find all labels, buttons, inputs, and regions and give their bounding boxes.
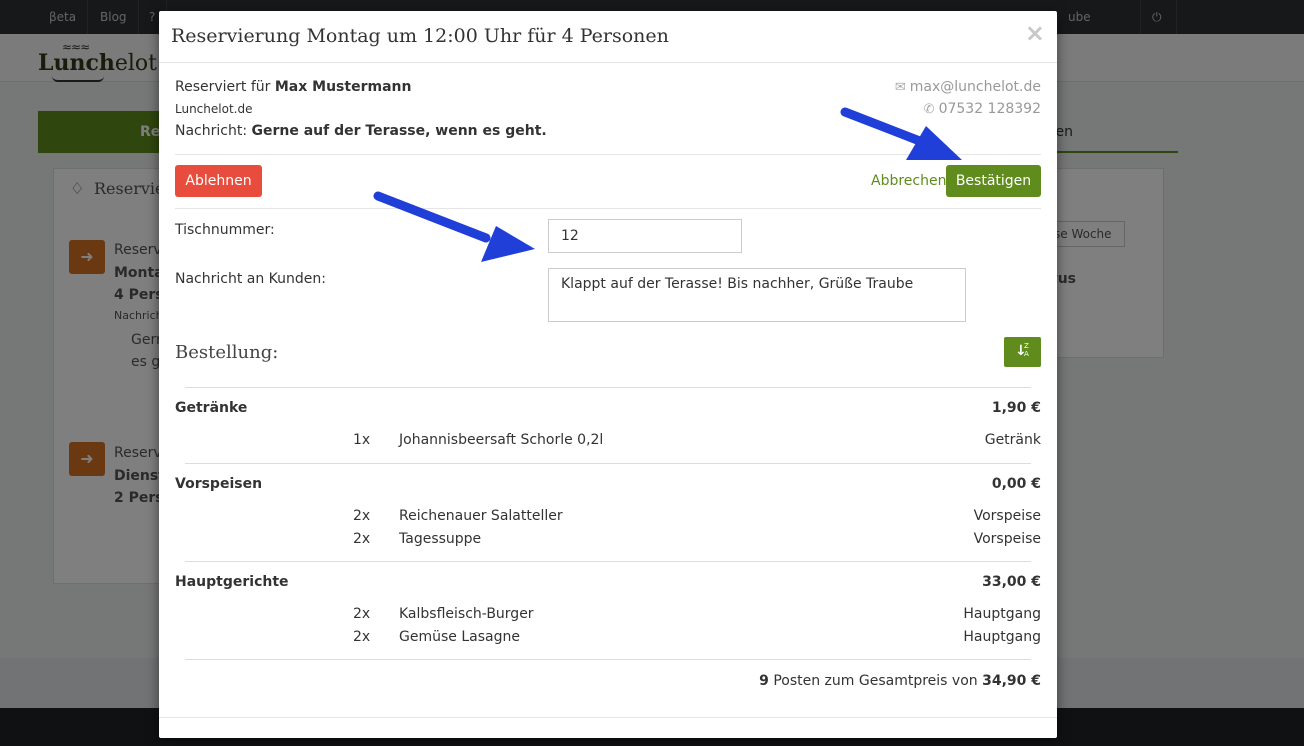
customer-company: Lunchelot.de bbox=[175, 102, 253, 116]
divider bbox=[185, 387, 1031, 388]
category-total: 33,00 € bbox=[982, 574, 1041, 590]
item-name: Gemüse Lasagne bbox=[399, 629, 520, 645]
divider bbox=[175, 154, 1041, 155]
customer-message-label: Nachricht an Kunden: bbox=[175, 271, 326, 287]
divider bbox=[185, 463, 1031, 464]
category-total: 1,90 € bbox=[991, 400, 1041, 416]
item-qty: 1x bbox=[353, 432, 371, 448]
reject-button[interactable]: Ablehnen bbox=[175, 165, 262, 197]
item-name: Reichenauer Salatteller bbox=[399, 508, 563, 524]
item-name: Kalbsfleisch-Burger bbox=[399, 606, 534, 622]
cancel-link[interactable]: Abbrechen bbox=[871, 173, 946, 189]
order-summary: 9 Posten zum Gesamtpreis von 34,90 € bbox=[759, 673, 1041, 689]
envelope-icon: ✉ bbox=[894, 80, 906, 95]
category-name: Hauptgerichte bbox=[175, 574, 289, 590]
table-number-input[interactable] bbox=[548, 219, 742, 253]
item-type: Vorspeise bbox=[973, 531, 1041, 547]
category-name: Vorspeisen bbox=[175, 476, 263, 492]
item-qty: 2x bbox=[353, 629, 371, 645]
table-number-label: Tischnummer: bbox=[175, 222, 275, 238]
sort-button[interactable]: ↓ ZA bbox=[1004, 337, 1041, 367]
divider bbox=[185, 659, 1031, 660]
customer-message-textarea[interactable]: Klappt auf der Terasse! Bis nachher, Grü… bbox=[548, 268, 966, 322]
phone-icon: ✆ bbox=[923, 102, 935, 117]
item-type: Getränk bbox=[984, 432, 1041, 448]
customer-name: Max Mustermann bbox=[274, 79, 412, 95]
close-icon[interactable]: × bbox=[1025, 19, 1045, 47]
phone-contact[interactable]: ✆ 07532 128392 bbox=[924, 101, 1041, 117]
reservation-modal: Reservierung Montag um 12:00 Uhr für 4 P… bbox=[159, 11, 1057, 738]
confirm-button[interactable]: Bestätigen bbox=[946, 165, 1041, 197]
item-name: Tagessuppe bbox=[399, 531, 482, 547]
category-name: Getränke bbox=[175, 400, 248, 416]
modal-header: Reservierung Montag um 12:00 Uhr für 4 P… bbox=[159, 11, 1057, 63]
divider bbox=[185, 561, 1031, 562]
item-qty: 2x bbox=[353, 606, 371, 622]
item-type: Vorspeise bbox=[973, 508, 1041, 524]
item-qty: 2x bbox=[353, 508, 371, 524]
item-name: Johannisbeersaft Schorle 0,2l bbox=[399, 432, 604, 448]
reserved-for: Reserviert für Max Mustermann bbox=[175, 79, 412, 95]
item-type: Hauptgang bbox=[963, 629, 1041, 645]
item-qty: 2x bbox=[353, 531, 371, 547]
order-title: Bestellung: bbox=[175, 342, 279, 363]
item-type: Hauptgang bbox=[963, 606, 1041, 622]
item-count: 9 bbox=[759, 673, 769, 689]
modal-title: Reservierung Montag um 12:00 Uhr für 4 P… bbox=[171, 25, 669, 47]
sort-za-icon: ZA bbox=[1024, 342, 1029, 358]
divider bbox=[175, 208, 1041, 209]
customer-message: Nachricht: Gerne auf der Terasse, wenn e… bbox=[175, 123, 547, 139]
divider bbox=[159, 717, 1057, 718]
email-contact[interactable]: ✉ max@lunchelot.de bbox=[895, 79, 1041, 95]
category-total: 0,00 € bbox=[991, 476, 1041, 492]
grand-total: 34,90 € bbox=[982, 673, 1041, 689]
